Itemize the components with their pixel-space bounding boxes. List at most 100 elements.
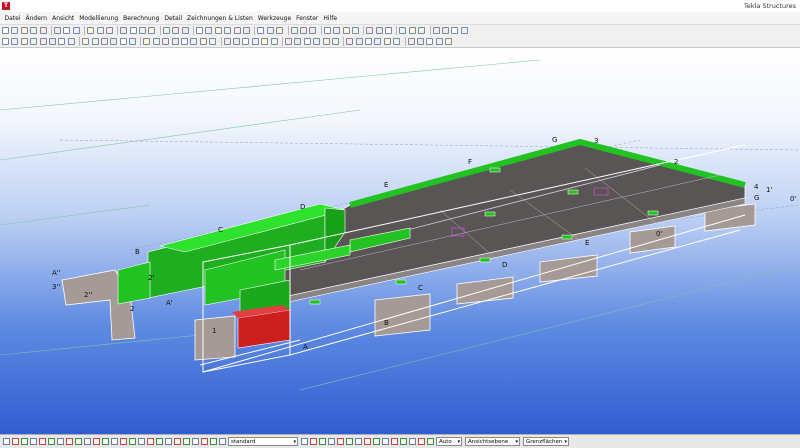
toolbar-icon-button[interactable]: [355, 38, 363, 45]
snap-combo[interactable]: Auto ▾: [436, 437, 462, 446]
toolbar-icon-button[interactable]: [284, 38, 292, 45]
toolbar-icon-button[interactable]: [39, 38, 47, 45]
toolbar-icon-button[interactable]: [129, 38, 137, 45]
toolbar-icon-button[interactable]: [30, 38, 38, 45]
toolbar-icon-button[interactable]: [383, 38, 391, 45]
status-toggle-button[interactable]: [48, 438, 55, 445]
toolbar-icon-button[interactable]: [63, 27, 71, 34]
toolbar-icon-button[interactable]: [67, 38, 75, 45]
status-toggle-button[interactable]: [319, 438, 326, 445]
model-view-3d[interactable]: G 3 F 2 E D C B A'' 3'' 2'' 2' A' 2 1 A …: [0, 48, 800, 434]
menu-zeichnungen[interactable]: Zeichnungen & Listen: [185, 15, 256, 22]
toolbar-icon-button[interactable]: [426, 38, 434, 45]
app-logo-icon[interactable]: T: [2, 2, 10, 10]
toolbar-icon-button[interactable]: [105, 27, 113, 34]
status-toggle-button[interactable]: [328, 438, 335, 445]
status-toggle-button[interactable]: [66, 438, 73, 445]
status-toggle-button[interactable]: [364, 438, 371, 445]
status-toggle-button[interactable]: [102, 438, 109, 445]
toolbar-icon-button[interactable]: [331, 38, 339, 45]
toolbar-icon-button[interactable]: [346, 38, 354, 45]
toolbar-icon-button[interactable]: [143, 38, 151, 45]
toolbar-icon-button[interactable]: [53, 27, 61, 34]
toolbar-icon-button[interactable]: [223, 38, 231, 45]
toolbar-icon-button[interactable]: [407, 38, 415, 45]
toolbar-icon-button[interactable]: [129, 27, 137, 34]
toolbar-icon-button[interactable]: [110, 38, 118, 45]
toolbar-icon-button[interactable]: [199, 38, 207, 45]
status-toggle-button[interactable]: [219, 438, 226, 445]
toolbar-icon-button[interactable]: [276, 27, 284, 34]
toolbar-icon-button[interactable]: [323, 27, 331, 34]
status-toggle-button[interactable]: [391, 438, 398, 445]
status-toggle-button[interactable]: [75, 438, 82, 445]
toolbar-icon-button[interactable]: [58, 38, 66, 45]
toolbar-icon-button[interactable]: [20, 27, 28, 34]
toolbar-icon-button[interactable]: [385, 27, 393, 34]
toolbar-icon-button[interactable]: [224, 27, 232, 34]
status-toggle-button[interactable]: [120, 438, 127, 445]
status-toggle-button[interactable]: [382, 438, 389, 445]
menu-modellierung[interactable]: Modellierung: [77, 15, 121, 22]
toolbar-icon-button[interactable]: [451, 27, 459, 34]
toolbar-icon-button[interactable]: [309, 27, 317, 34]
status-toggle-button[interactable]: [210, 438, 217, 445]
toolbar-icon-button[interactable]: [162, 38, 170, 45]
toolbar-icon-button[interactable]: [270, 38, 278, 45]
menu-hilfe[interactable]: Hilfe: [321, 15, 340, 22]
status-toggle-button[interactable]: [3, 438, 10, 445]
status-toggle-button[interactable]: [427, 438, 434, 445]
status-toggle-button[interactable]: [409, 438, 416, 445]
toolbar-icon-button[interactable]: [209, 38, 217, 45]
status-toggle-button[interactable]: [201, 438, 208, 445]
toolbar-icon-button[interactable]: [181, 27, 189, 34]
menu-fenster[interactable]: Fenster: [294, 15, 321, 22]
status-toggle-button[interactable]: [57, 438, 64, 445]
selected-element[interactable]: [232, 305, 291, 349]
toolbar-icon-button[interactable]: [417, 38, 425, 45]
toolbar-icon-button[interactable]: [82, 38, 90, 45]
status-toggle-button[interactable]: [12, 438, 19, 445]
status-toggle-button[interactable]: [30, 438, 37, 445]
status-toggle-button[interactable]: [147, 438, 154, 445]
toolbar-icon-button[interactable]: [39, 27, 47, 34]
toolbar-icon-button[interactable]: [30, 27, 38, 34]
toolbar-icon-button[interactable]: [196, 27, 204, 34]
menu-ansicht[interactable]: Ansicht: [50, 15, 77, 22]
toolbar-icon-button[interactable]: [119, 38, 127, 45]
toolbar-icon-button[interactable]: [139, 27, 147, 34]
toolbar-icon-button[interactable]: [266, 27, 274, 34]
toolbar-icon-button[interactable]: [172, 27, 180, 34]
status-toggle-button[interactable]: [138, 438, 145, 445]
model-canvas[interactable]: G 3 F 2 E D C B A'' 3'' 2'' 2' A' 2 1 A …: [0, 48, 800, 434]
status-toggle-button[interactable]: [111, 438, 118, 445]
toolbar-icon-button[interactable]: [2, 27, 9, 34]
status-toggle-button[interactable]: [129, 438, 136, 445]
toolbar-icon-button[interactable]: [11, 38, 19, 45]
toolbar-icon-button[interactable]: [120, 27, 128, 34]
toolbar-icon-button[interactable]: [460, 27, 468, 34]
status-toggle-button[interactable]: [418, 438, 425, 445]
filter-combo[interactable]: Grenzflächen ▾: [523, 437, 569, 446]
toolbar-icon-button[interactable]: [87, 27, 95, 34]
status-toggle-button[interactable]: [21, 438, 28, 445]
menu-datei[interactable]: Datei: [2, 15, 23, 22]
status-toggle-button[interactable]: [346, 438, 353, 445]
toolbar-icon-button[interactable]: [294, 38, 302, 45]
toolbar-icon-button[interactable]: [96, 27, 104, 34]
status-toggle-button[interactable]: [337, 438, 344, 445]
toolbar-icon-button[interactable]: [11, 27, 19, 34]
plane-combo[interactable]: Ansichtsebene ▾: [465, 437, 520, 446]
toolbar-icon-button[interactable]: [205, 27, 213, 34]
toolbar-icon-button[interactable]: [366, 27, 374, 34]
toolbar-icon-button[interactable]: [251, 38, 259, 45]
toolbar-icon-button[interactable]: [162, 27, 170, 34]
toolbar-icon-button[interactable]: [148, 27, 156, 34]
menu-aendern[interactable]: Ändern: [23, 15, 50, 22]
toolbar-icon-button[interactable]: [242, 38, 250, 45]
toolbar-icon-button[interactable]: [333, 27, 341, 34]
toolbar-icon-button[interactable]: [152, 38, 160, 45]
toolbar-icon-button[interactable]: [445, 38, 453, 45]
status-toggle-button[interactable]: [156, 438, 163, 445]
toolbar-icon-button[interactable]: [342, 27, 350, 34]
